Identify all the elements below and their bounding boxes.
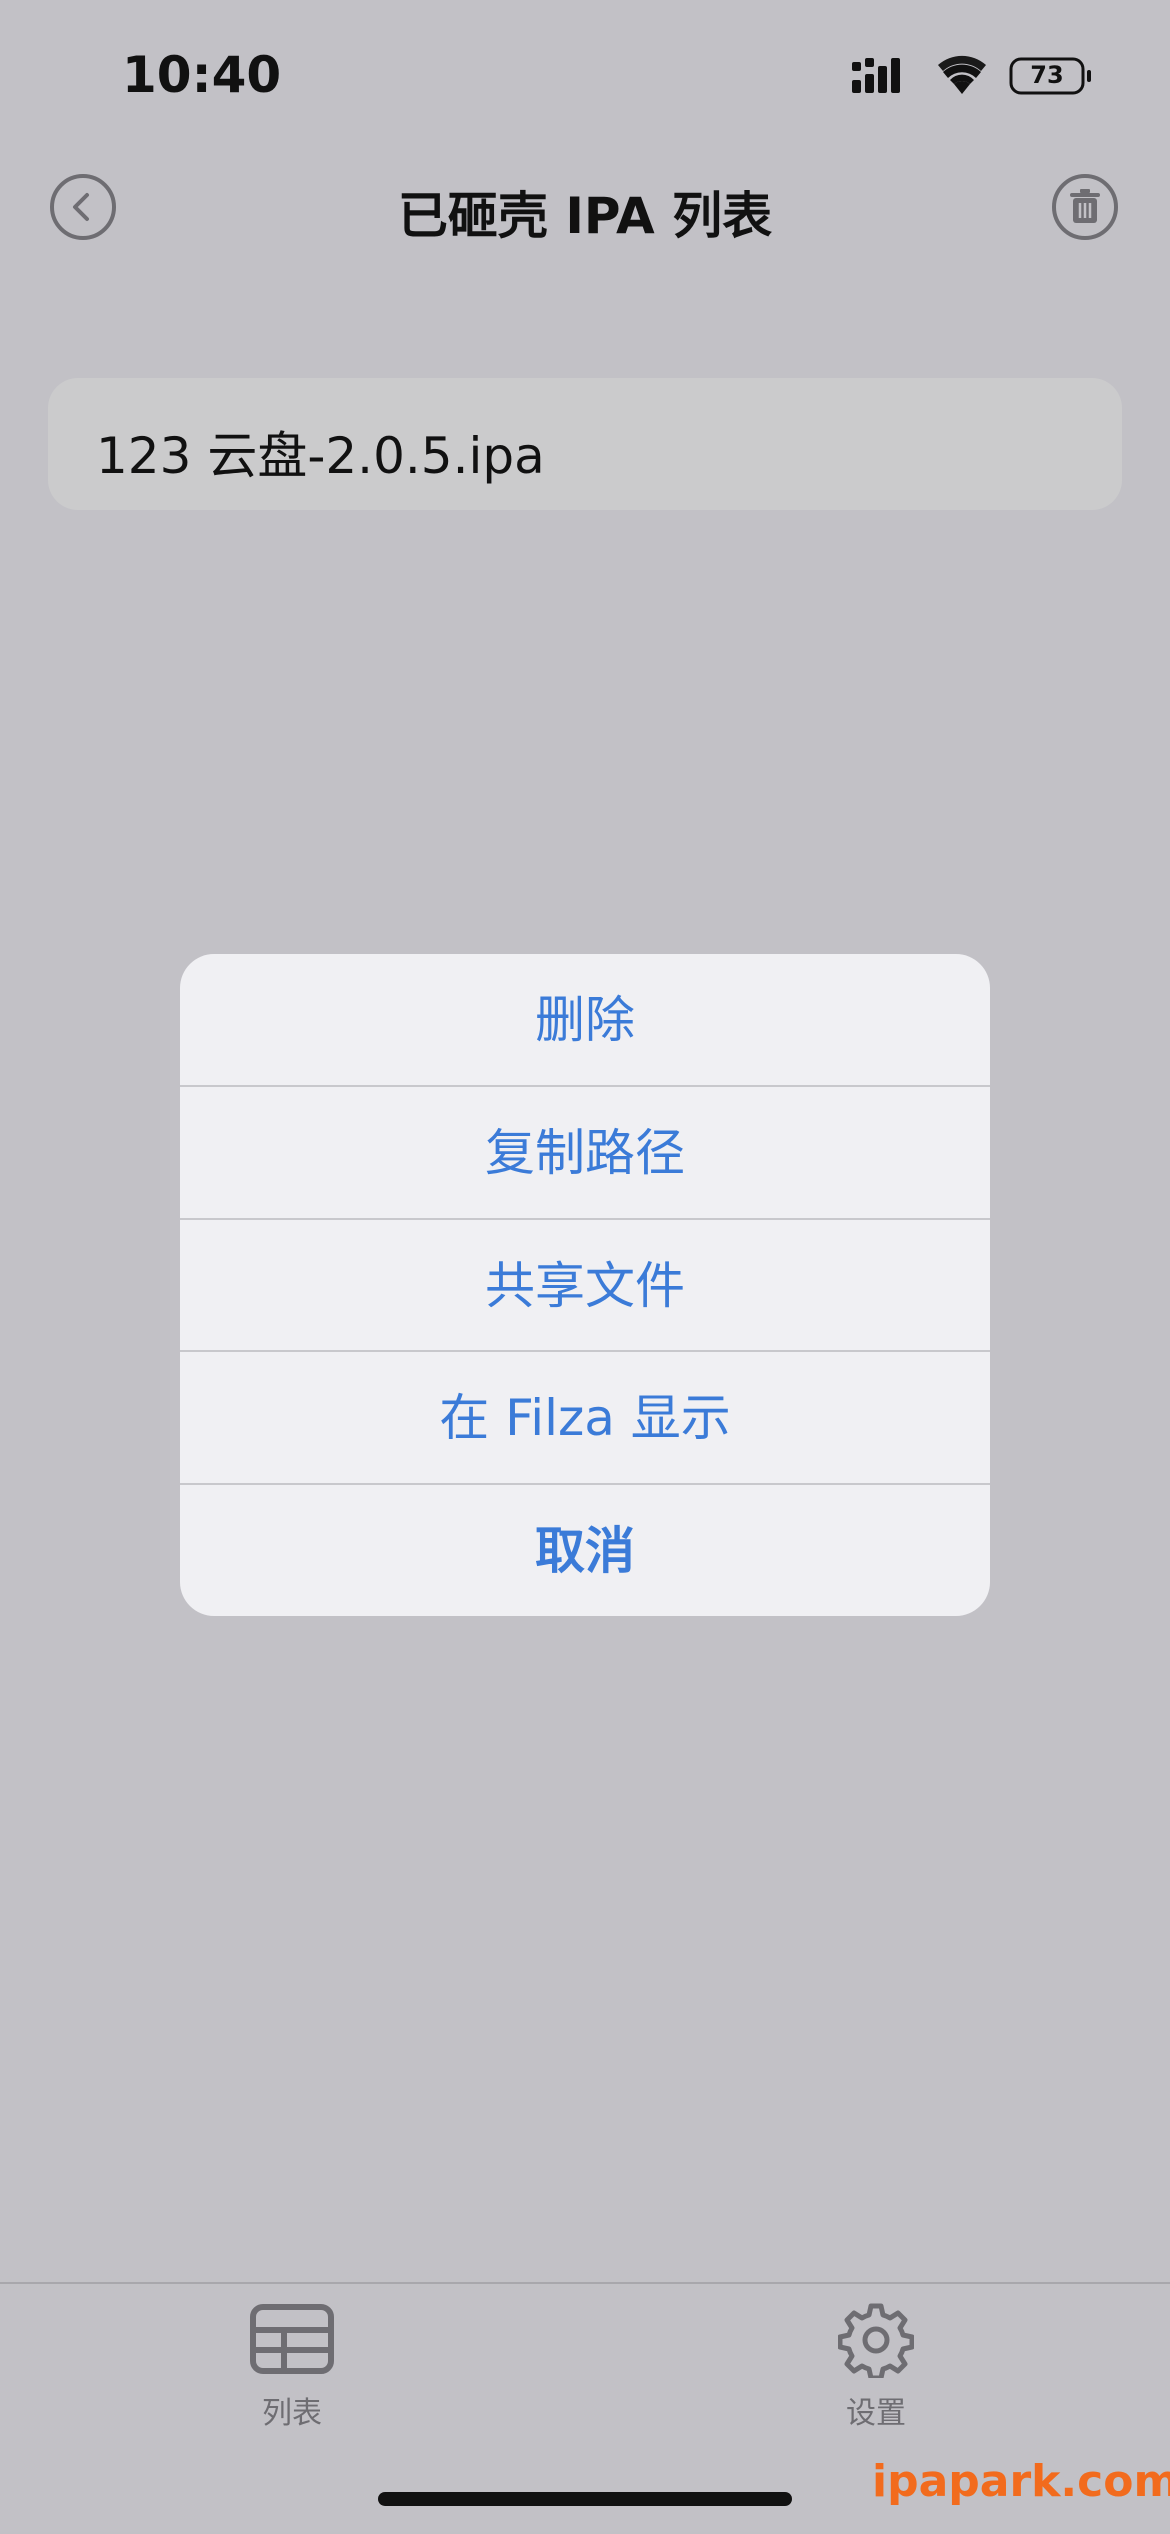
tab-list[interactable]: 列表	[212, 2284, 372, 2454]
list-item[interactable]: 123 云盘-2.0.5.ipa	[48, 378, 1122, 510]
tab-list-label: 列表	[262, 2396, 322, 2431]
table-icon	[250, 2304, 334, 2374]
tab-settings[interactable]: 设置	[796, 2284, 956, 2454]
list-item-label: 123 云盘-2.0.5.ipa	[96, 427, 545, 485]
delete-action[interactable]: 删除	[180, 954, 990, 1086]
page-title: 已砸壳 IPA 列表	[397, 187, 773, 245]
trash-icon	[1070, 189, 1100, 223]
cellular-signal-icon	[852, 58, 900, 93]
home-indicator	[378, 2492, 792, 2506]
status-time: 10:40	[122, 46, 282, 104]
cancel-action[interactable]: 取消	[180, 1485, 990, 1616]
show-in-filza-action[interactable]: 在 Filza 显示	[180, 1352, 990, 1484]
share-file-action[interactable]: 共享文件	[180, 1220, 990, 1352]
watermark: ipapark.com	[872, 2456, 1170, 2507]
copy-path-action[interactable]: 复制路径	[180, 1087, 990, 1219]
tab-settings-label: 设置	[846, 2396, 906, 2431]
delete-all-button[interactable]	[1052, 174, 1118, 240]
wifi-icon	[938, 55, 986, 94]
battery-level: 73	[1030, 61, 1064, 89]
action-sheet: 删除 复制路径 共享文件 在 Filza 显示 取消	[180, 954, 990, 1616]
gear-icon	[838, 2303, 914, 2378]
